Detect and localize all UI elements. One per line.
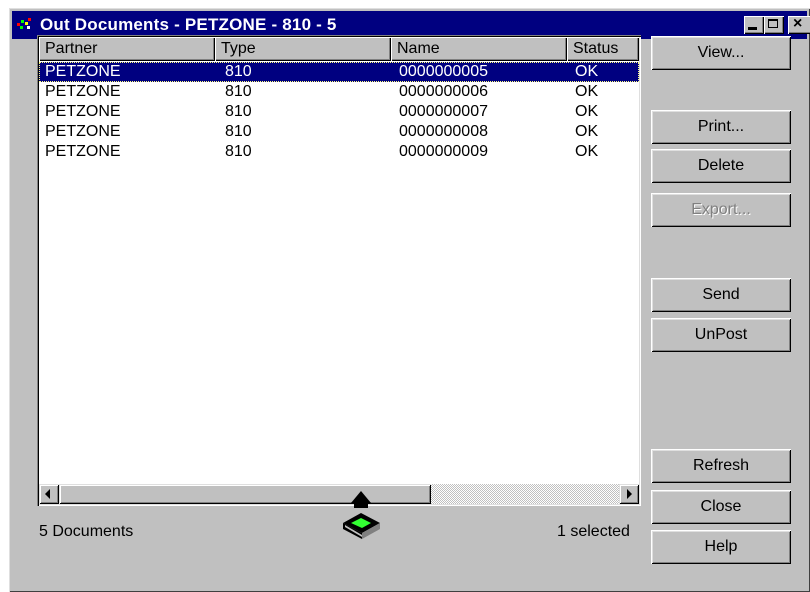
out-documents-window: Out Documents - PETZONE - 810 - 5 × Part… <box>9 8 810 592</box>
help-button[interactable]: Help <box>651 530 791 564</box>
table-row[interactable]: PETZONE 810 0000000006 OK <box>39 82 639 102</box>
document-count: 5 Documents <box>39 523 134 540</box>
cell-type: 810 <box>225 63 252 80</box>
selection-count: 1 selected <box>557 523 630 540</box>
list-rows: PETZONE 810 0000000005 OK PETZONE 810 00… <box>39 62 639 162</box>
arrow-right-icon <box>627 489 632 499</box>
cell-type: 810 <box>225 143 252 160</box>
cell-type: 810 <box>225 83 252 100</box>
cell-partner: PETZONE <box>45 123 121 140</box>
cell-status: OK <box>575 123 599 140</box>
edi-app-icon <box>17 18 31 29</box>
list-header: Partner Type Name Status <box>39 37 639 61</box>
cell-status: OK <box>575 63 599 80</box>
export-button[interactable]: Export... <box>651 193 791 227</box>
minimize-icon <box>748 27 757 30</box>
delete-button[interactable]: Delete <box>651 149 791 183</box>
cell-status: OK <box>575 143 599 160</box>
column-header-partner[interactable]: Partner <box>39 37 215 61</box>
table-row[interactable]: PETZONE 810 0000000008 OK <box>39 122 639 142</box>
maximize-button[interactable] <box>764 16 784 34</box>
cell-name: 0000000009 <box>399 143 488 160</box>
print-button[interactable]: Print... <box>651 110 791 144</box>
cell-name: 0000000005 <box>399 63 488 80</box>
maximize-icon <box>768 19 778 28</box>
table-row[interactable]: PETZONE 810 0000000007 OK <box>39 102 639 122</box>
scrollbar-track[interactable] <box>431 484 619 504</box>
send-button[interactable]: Send <box>651 278 791 312</box>
minimize-button[interactable] <box>744 16 764 34</box>
window-title: Out Documents - PETZONE - 810 - 5 <box>40 15 337 34</box>
documents-list[interactable]: Partner Type Name Status PETZONE 810 000… <box>37 35 641 506</box>
cell-type: 810 <box>225 103 252 120</box>
cell-partner: PETZONE <box>45 143 121 160</box>
cell-name: 0000000007 <box>399 103 488 120</box>
outbox-tray-icon <box>343 491 380 539</box>
scroll-right-button[interactable] <box>619 484 639 504</box>
scroll-left-button[interactable] <box>39 484 59 504</box>
arrow-left-icon <box>45 489 50 499</box>
close-window-button[interactable]: × <box>788 15 810 34</box>
table-row[interactable]: PETZONE 810 0000000009 OK <box>39 142 639 162</box>
view-button[interactable]: View... <box>651 36 791 70</box>
close-button[interactable]: Close <box>651 490 791 524</box>
cell-partner: PETZONE <box>45 63 121 80</box>
cell-partner: PETZONE <box>45 83 121 100</box>
column-header-name[interactable]: Name <box>391 37 567 61</box>
cell-name: 0000000008 <box>399 123 488 140</box>
table-row[interactable]: PETZONE 810 0000000005 OK <box>39 62 639 82</box>
column-header-status[interactable]: Status <box>567 37 639 61</box>
cell-status: OK <box>575 83 599 100</box>
close-icon: × <box>793 15 803 32</box>
unpost-button[interactable]: UnPost <box>651 318 791 352</box>
column-header-type[interactable]: Type <box>215 37 391 61</box>
cell-name: 0000000006 <box>399 83 488 100</box>
cell-partner: PETZONE <box>45 103 121 120</box>
cell-type: 810 <box>225 123 252 140</box>
refresh-button[interactable]: Refresh <box>651 449 791 483</box>
cell-status: OK <box>575 103 599 120</box>
